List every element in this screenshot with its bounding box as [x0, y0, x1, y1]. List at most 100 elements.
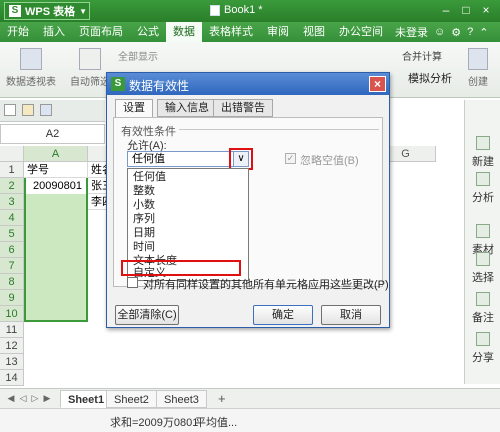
menu-insert[interactable]: 插入	[36, 22, 72, 42]
merge-calc-button[interactable]: 合并计算	[402, 48, 442, 63]
cell-a1[interactable]: 学号	[24, 162, 88, 178]
menu-home[interactable]: 开始	[0, 22, 36, 42]
row-header[interactable]: 9	[0, 290, 24, 306]
dialog-title-bar[interactable]: S 数据有效性 ×	[107, 73, 389, 95]
group-divider	[179, 129, 379, 130]
user-icon[interactable]: ☺	[434, 26, 445, 38]
row-header[interactable]: 3	[0, 194, 24, 210]
cancel-button[interactable]: 取消	[321, 305, 381, 325]
menu-office-space[interactable]: 办公空间	[332, 22, 390, 42]
pivot-table-button[interactable]: 数据透视表	[6, 48, 56, 88]
ignore-blank-checkbox[interactable]: ✓	[285, 153, 296, 164]
menu-right-area: 未登录 ☺ ⚙ ? ⌃	[395, 22, 488, 42]
new-icon	[476, 136, 490, 150]
row-header[interactable]: 14	[0, 370, 24, 386]
create-button[interactable]: 创建	[468, 48, 488, 88]
autofilter-button[interactable]: 自动筛选	[70, 48, 110, 88]
apply-to-all-checkbox[interactable]	[127, 277, 138, 288]
create-label: 创建	[468, 77, 488, 88]
ok-button[interactable]: 确定	[253, 305, 313, 325]
login-link[interactable]: 未登录	[395, 24, 428, 40]
sheet-tab-1[interactable]: Sheet1	[60, 390, 113, 408]
title-bar: S WPS 表格 ▼ Book1 * – □ ×	[0, 0, 500, 22]
row-header[interactable]: 10	[0, 306, 24, 322]
menu-view[interactable]: 视图	[296, 22, 332, 42]
option-any-value[interactable]: 任何值	[130, 170, 246, 184]
option-time[interactable]: 时间	[130, 240, 246, 254]
filter-icon	[79, 48, 101, 70]
pivot-table-icon	[20, 48, 42, 70]
share-panel-item[interactable]: 分享	[467, 332, 499, 365]
right-task-panel: 新建 分析 素材 选择 备注 分享	[464, 100, 500, 384]
status-average: 平均值...	[195, 417, 238, 429]
help-icon[interactable]: ?	[467, 26, 473, 38]
ignore-blank-label: 忽略空值(B)	[300, 155, 359, 167]
prev-sheet-arrow-icon[interactable]: ◁	[18, 393, 28, 405]
menu-table-style[interactable]: 表格样式	[202, 22, 260, 42]
show-all-button[interactable]: 全部显示	[118, 48, 158, 63]
analysis-icon	[476, 172, 490, 186]
collapse-ribbon-icon[interactable]: ⌃	[479, 26, 488, 39]
option-whole-number[interactable]: 整数	[130, 184, 246, 198]
row-header[interactable]: 4	[0, 210, 24, 226]
app-menu-button[interactable]: S WPS 表格 ▼	[4, 2, 90, 20]
menu-review[interactable]: 审阅	[260, 22, 296, 42]
menu-data[interactable]: 数据	[166, 22, 202, 42]
menu-page-layout[interactable]: 页面布局	[72, 22, 130, 42]
row-header[interactable]: 2	[0, 178, 24, 194]
row-header[interactable]: 12	[0, 338, 24, 354]
document-icon	[210, 4, 220, 16]
row-header[interactable]: 13	[0, 354, 24, 370]
new-file-icon[interactable]	[4, 104, 16, 116]
row-header[interactable]: 1	[0, 162, 24, 178]
sheet-tab-3[interactable]: Sheet3	[156, 390, 207, 408]
first-sheet-arrow-icon[interactable]: ◀	[6, 393, 16, 405]
data-validation-dialog: S 数据有效性 × 设置 输入信息 出错警告 有效性条件 允许(A): 任何值 …	[106, 72, 390, 328]
option-date[interactable]: 日期	[130, 226, 246, 240]
restore-button[interactable]: □	[458, 3, 474, 17]
material-icon	[476, 224, 490, 238]
analysis-panel-item[interactable]: 分析	[467, 172, 499, 205]
dropdown-arrow-highlight	[229, 148, 253, 170]
note-icon	[476, 292, 490, 306]
new-panel-item[interactable]: 新建	[467, 136, 499, 169]
clear-all-button[interactable]: 全部清除(C)	[115, 305, 179, 325]
what-if-analysis-button[interactable]: 模拟分析	[408, 70, 452, 86]
document-title: Book1 *	[210, 4, 263, 16]
column-header-a[interactable]: A	[24, 146, 88, 162]
row-header[interactable]: 11	[0, 322, 24, 338]
create-icon	[468, 48, 488, 70]
name-box[interactable]: A2	[0, 124, 105, 144]
tab-settings[interactable]: 设置	[115, 99, 153, 118]
pivot-table-label: 数据透视表	[6, 77, 56, 88]
last-sheet-arrow-icon[interactable]: ▶	[42, 393, 52, 405]
open-folder-icon[interactable]	[22, 104, 34, 116]
option-list[interactable]: 序列	[130, 212, 246, 226]
add-sheet-button[interactable]: +	[218, 391, 226, 406]
select-all-corner[interactable]	[0, 146, 24, 162]
save-icon[interactable]	[40, 104, 52, 116]
dialog-close-button[interactable]: ×	[369, 76, 386, 92]
minimize-button[interactable]: –	[438, 3, 454, 17]
row-header[interactable]: 8	[0, 274, 24, 290]
sheet-tab-2[interactable]: Sheet2	[106, 390, 157, 408]
tab-input-message[interactable]: 输入信息	[157, 99, 217, 117]
row-header[interactable]: 5	[0, 226, 24, 242]
settings-icon[interactable]: ⚙	[451, 26, 461, 39]
row-header[interactable]: 6	[0, 242, 24, 258]
option-decimal[interactable]: 小数	[130, 198, 246, 212]
tab-error-alert[interactable]: 出错警告	[213, 99, 273, 117]
quick-access-bar	[0, 100, 105, 122]
share-icon	[476, 332, 490, 346]
autofilter-label: 自动筛选	[70, 77, 110, 88]
select-panel-item[interactable]: 选择	[467, 252, 499, 285]
menu-formula[interactable]: 公式	[130, 22, 166, 42]
next-sheet-arrow-icon[interactable]: ▷	[30, 393, 40, 405]
wps-logo-icon: S	[9, 5, 21, 17]
row-header[interactable]: 7	[0, 258, 24, 274]
note-panel-item[interactable]: 备注	[467, 292, 499, 325]
close-button[interactable]: ×	[478, 3, 494, 17]
cell-a2[interactable]: 20090801	[26, 178, 86, 194]
document-title-text: Book1 *	[224, 4, 263, 16]
selected-range[interactable]	[24, 178, 88, 322]
